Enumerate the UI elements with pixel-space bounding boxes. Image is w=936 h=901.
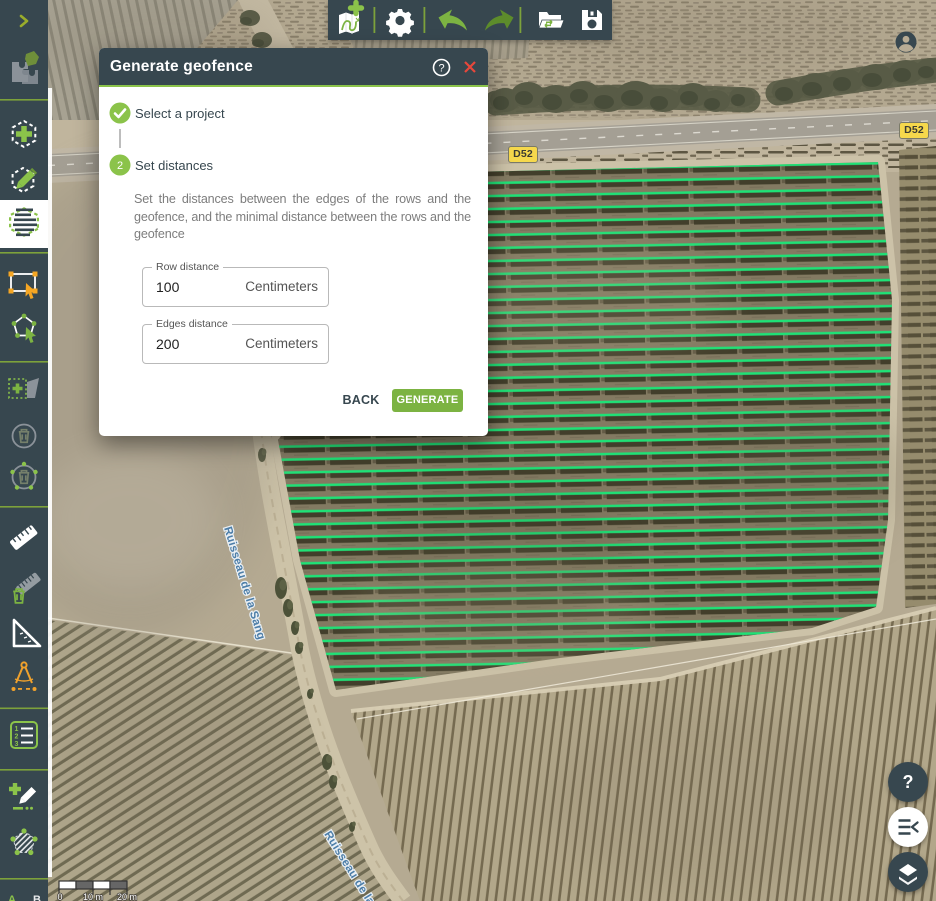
svg-text:A: A	[8, 894, 16, 901]
svg-text:20 m: 20 m	[117, 892, 137, 901]
svg-text:2: 2	[15, 734, 19, 741]
svg-text:?: ?	[438, 63, 444, 75]
svg-text:3: 3	[15, 741, 19, 748]
svg-text:2: 2	[117, 160, 123, 172]
svg-text:0: 0	[57, 892, 62, 901]
svg-text:10 m: 10 m	[83, 892, 103, 901]
svg-text:B: B	[33, 894, 41, 901]
svg-text:1: 1	[15, 726, 19, 733]
